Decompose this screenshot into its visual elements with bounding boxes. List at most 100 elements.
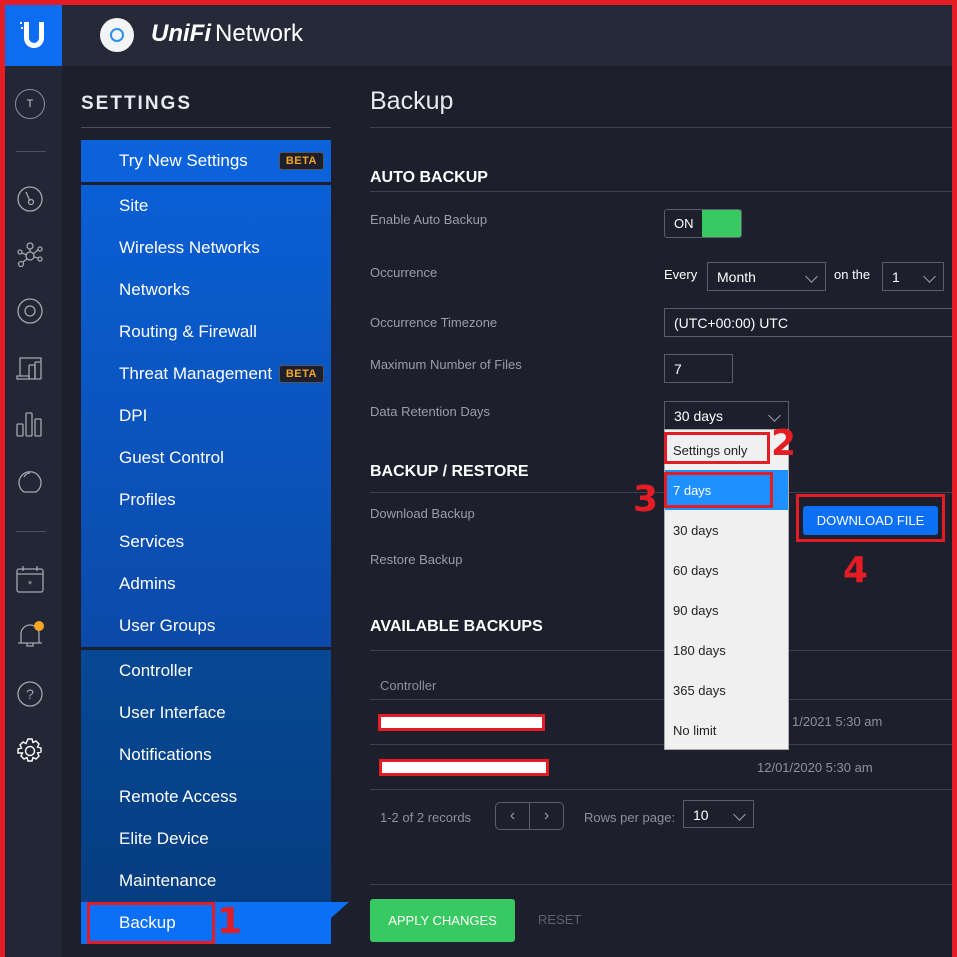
- chevron-down-icon: [733, 808, 746, 821]
- toggle-knob: [702, 210, 741, 237]
- sidebar-item-label: Elite Device: [119, 829, 209, 848]
- occurrence-period-select[interactable]: Month: [707, 262, 826, 291]
- sidebar-item-routing-firewall[interactable]: Routing & Firewall: [81, 311, 331, 353]
- sidebar-item-label: Site: [119, 196, 149, 215]
- download-backup-label: Download Backup: [370, 506, 475, 521]
- sidebar-item-profiles[interactable]: Profiles: [81, 479, 331, 521]
- backup-date: 12/01/2020 5:30 am: [757, 760, 873, 775]
- sidebar-item-admins[interactable]: Admins: [81, 563, 331, 605]
- occurrence-label: Occurrence: [370, 265, 438, 280]
- toggle-state: ON: [674, 216, 694, 231]
- on-the-text: on the: [834, 267, 871, 282]
- sidebar-item-notifications[interactable]: Notifications: [81, 734, 331, 776]
- rows-per-page-label: Rows per page:: [584, 810, 676, 825]
- sidebar-item-label: Profiles: [119, 490, 176, 509]
- sidebar-item-label: Threat Management: [119, 364, 273, 383]
- brand-name: UniFi: [151, 20, 211, 47]
- notification-dot: [34, 621, 44, 631]
- previous-page-button[interactable]: ‹: [496, 803, 530, 829]
- reset-button[interactable]: RESET: [538, 912, 581, 927]
- apply-changes-button[interactable]: APPLY CHANGES: [370, 899, 515, 942]
- dropdown-option[interactable]: 30 days: [665, 510, 788, 550]
- annotation-number-4: 4: [843, 550, 869, 591]
- sidebar-item-label: Routing & Firewall: [119, 322, 257, 341]
- help-icon[interactable]: ?: [14, 678, 46, 710]
- sidebar-item-maintenance[interactable]: Maintenance: [81, 860, 331, 902]
- settings-title: SETTINGS: [81, 93, 193, 114]
- app-window: UniFi Network T * ? SETTINGS Try New Set…: [5, 5, 952, 957]
- devices-icon[interactable]: [14, 295, 46, 327]
- dropdown-option[interactable]: 60 days: [665, 550, 788, 590]
- statistics-icon[interactable]: [14, 408, 46, 440]
- unifi-device-icon: [100, 18, 134, 52]
- beta-badge: BETA: [278, 152, 324, 170]
- sidebar-item-dpi[interactable]: DPI: [81, 395, 331, 437]
- sidebar-item-threat-management[interactable]: Threat Management BETA: [81, 353, 331, 395]
- select-value: 1: [892, 269, 900, 285]
- sidebar-item-controller[interactable]: Controller: [81, 650, 331, 692]
- svg-text:*: *: [28, 579, 33, 591]
- row-divider: [370, 789, 952, 790]
- auto-backup-toggle[interactable]: ON: [664, 209, 742, 238]
- sidebar-item-elite-device[interactable]: Elite Device: [81, 818, 331, 860]
- dashboard-icon[interactable]: [14, 183, 46, 215]
- icon-rail: T * ?: [5, 66, 62, 957]
- nav-group-site: Site Wireless Networks Networks Routing …: [81, 185, 331, 647]
- footer-divider: [370, 884, 952, 885]
- sidebar-item-remote-access[interactable]: Remote Access: [81, 776, 331, 818]
- settings-gear-icon[interactable]: [14, 735, 46, 767]
- section-title-auto-backup: AUTO BACKUP: [370, 169, 488, 186]
- backup-date: 1/2021 5:30 am: [792, 714, 883, 729]
- sidebar-item-user-interface[interactable]: User Interface: [81, 692, 331, 734]
- topology-icon[interactable]: [14, 239, 46, 271]
- restore-backup-label: Restore Backup: [370, 552, 463, 567]
- product-name: Network: [215, 20, 304, 47]
- ubiquiti-logo-icon[interactable]: [5, 5, 62, 66]
- sidebar-item-services[interactable]: Services: [81, 521, 331, 563]
- annotation-box-1: [87, 902, 215, 944]
- clients-icon[interactable]: [14, 352, 46, 384]
- every-text: Every: [664, 267, 698, 282]
- app-title: UniFi Network: [151, 20, 303, 48]
- next-page-button[interactable]: ›: [530, 803, 563, 829]
- column-header-controller: Controller: [380, 678, 437, 693]
- dropdown-option[interactable]: 90 days: [665, 590, 788, 630]
- sidebar-item-networks[interactable]: Networks: [81, 269, 331, 311]
- sidebar-item-label: Maintenance: [119, 871, 217, 890]
- sidebar-item-label: Wireless Networks: [119, 238, 260, 257]
- chevron-down-icon: [805, 270, 818, 283]
- redacted-controller-name: [379, 759, 549, 776]
- select-value: Month: [717, 269, 756, 285]
- sidebar-item-label: Services: [119, 532, 185, 551]
- timezone-select[interactable]: (UTC+00:00) UTC: [664, 308, 952, 337]
- input-value: 7: [674, 361, 682, 377]
- sidebar-item-site[interactable]: Site: [81, 185, 331, 227]
- chevron-down-icon: [768, 409, 781, 422]
- section-divider: [370, 191, 952, 192]
- sidebar-item-guest-control[interactable]: Guest Control: [81, 437, 331, 479]
- select-value: 30 days: [674, 408, 724, 424]
- dropdown-option[interactable]: 365 days: [665, 670, 788, 710]
- sidebar-item-label: Networks: [119, 280, 190, 299]
- sidebar-item-label: DPI: [119, 406, 148, 425]
- pagination: ‹ ›: [495, 802, 564, 830]
- annotation-box-4: [796, 494, 945, 542]
- dropdown-option[interactable]: 180 days: [665, 630, 788, 670]
- annotation-box-2: [664, 432, 770, 464]
- sidebar-item-wireless-networks[interactable]: Wireless Networks: [81, 227, 331, 269]
- sidebar-item-label: Guest Control: [119, 448, 224, 467]
- rows-per-page-select[interactable]: 10: [683, 800, 754, 828]
- insights-icon[interactable]: [14, 466, 46, 498]
- annotation-number-3: 3: [633, 479, 659, 520]
- user-avatar[interactable]: T: [15, 89, 45, 119]
- records-count: 1-2 of 2 records: [380, 810, 472, 825]
- events-calendar-icon[interactable]: *: [14, 563, 46, 595]
- occurrence-day-select[interactable]: 1: [882, 262, 944, 291]
- max-files-input[interactable]: 7: [664, 354, 733, 383]
- sidebar-item-try-new-settings[interactable]: Try New Settings BETA: [81, 140, 331, 182]
- sidebar-item-user-groups[interactable]: User Groups: [81, 605, 331, 647]
- sidebar-item-label: Remote Access: [119, 787, 238, 806]
- alerts-bell-icon[interactable]: [14, 619, 46, 651]
- dropdown-option[interactable]: No limit: [665, 710, 788, 750]
- max-files-label: Maximum Number of Files: [370, 357, 522, 372]
